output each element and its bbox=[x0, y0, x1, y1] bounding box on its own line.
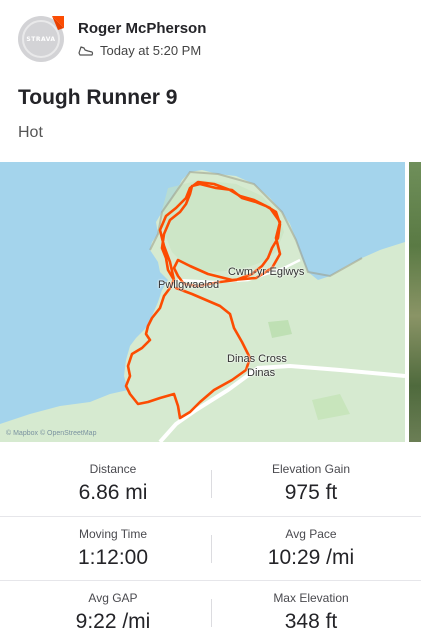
athlete-name[interactable]: Roger McPherson bbox=[78, 20, 206, 37]
stat-label: Moving Time bbox=[78, 527, 148, 541]
stat-elevation-gain: Elevation Gain 975 ft bbox=[216, 462, 406, 505]
map-attribution[interactable]: © Mapbox © OpenStreetMap bbox=[6, 430, 96, 437]
stat-moving-time: Moving Time 1:12:00 bbox=[18, 527, 208, 570]
activity-header: STRAVA Roger McPherson Today at 5:20 PM bbox=[0, 0, 421, 78]
stat-label: Max Elevation bbox=[273, 591, 349, 605]
shoe-icon bbox=[78, 45, 94, 56]
stat-value: 1:12:00 bbox=[77, 546, 149, 569]
stat-label: Elevation Gain bbox=[271, 462, 351, 476]
stat-avg-gap: Avg GAP 9:22 /mi bbox=[18, 591, 208, 634]
stat-row: Distance 6.86 mi Elevation Gain 975 ft bbox=[0, 452, 421, 516]
map-label-dinas: Dinas bbox=[247, 367, 276, 379]
stat-divider bbox=[211, 470, 212, 498]
activity-timestamp: Today at 5:20 PM bbox=[100, 43, 202, 58]
stat-row: Avg GAP 9:22 /mi Max Elevation 348 ft bbox=[0, 580, 421, 640]
avatar-logo-text: STRAVA bbox=[26, 36, 56, 43]
photo-thumbnail[interactable] bbox=[409, 162, 421, 442]
stat-label: Distance bbox=[89, 462, 137, 476]
stats-grid: Distance 6.86 mi Elevation Gain 975 ft M… bbox=[0, 452, 421, 640]
activity-meta: Today at 5:20 PM bbox=[78, 43, 201, 58]
stat-max-elevation: Max Elevation 348 ft bbox=[216, 591, 406, 634]
activity-title[interactable]: Tough Runner 9 bbox=[18, 86, 177, 110]
stat-value: 975 ft bbox=[284, 481, 338, 504]
route-map[interactable]: Cwm-yr-Eglwys Pwllgwaelod Dinas Cross Di… bbox=[0, 162, 421, 442]
stat-label: Avg Pace bbox=[285, 527, 337, 541]
stat-divider bbox=[211, 599, 212, 627]
stat-label: Avg GAP bbox=[88, 591, 138, 605]
map-label-dinas-cross: Dinas Cross bbox=[227, 353, 287, 365]
stat-divider bbox=[211, 535, 212, 563]
stat-distance: Distance 6.86 mi bbox=[18, 462, 208, 505]
badge-icon bbox=[52, 16, 64, 30]
stat-row: Moving Time 1:12:00 Avg Pace 10:29 /mi bbox=[0, 516, 421, 580]
map-label-cwm: Cwm-yr-Eglwys bbox=[228, 266, 305, 278]
stat-value: 9:22 /mi bbox=[75, 610, 151, 633]
activity-description: Hot bbox=[18, 124, 43, 141]
map-label-pwll: Pwllgwaelod bbox=[158, 279, 220, 291]
stat-value: 6.86 mi bbox=[78, 481, 148, 504]
stat-value: 348 ft bbox=[284, 610, 338, 633]
stat-value: 10:29 /mi bbox=[267, 546, 355, 569]
map-canvas bbox=[0, 162, 405, 442]
stat-avg-pace: Avg Pace 10:29 /mi bbox=[216, 527, 406, 570]
